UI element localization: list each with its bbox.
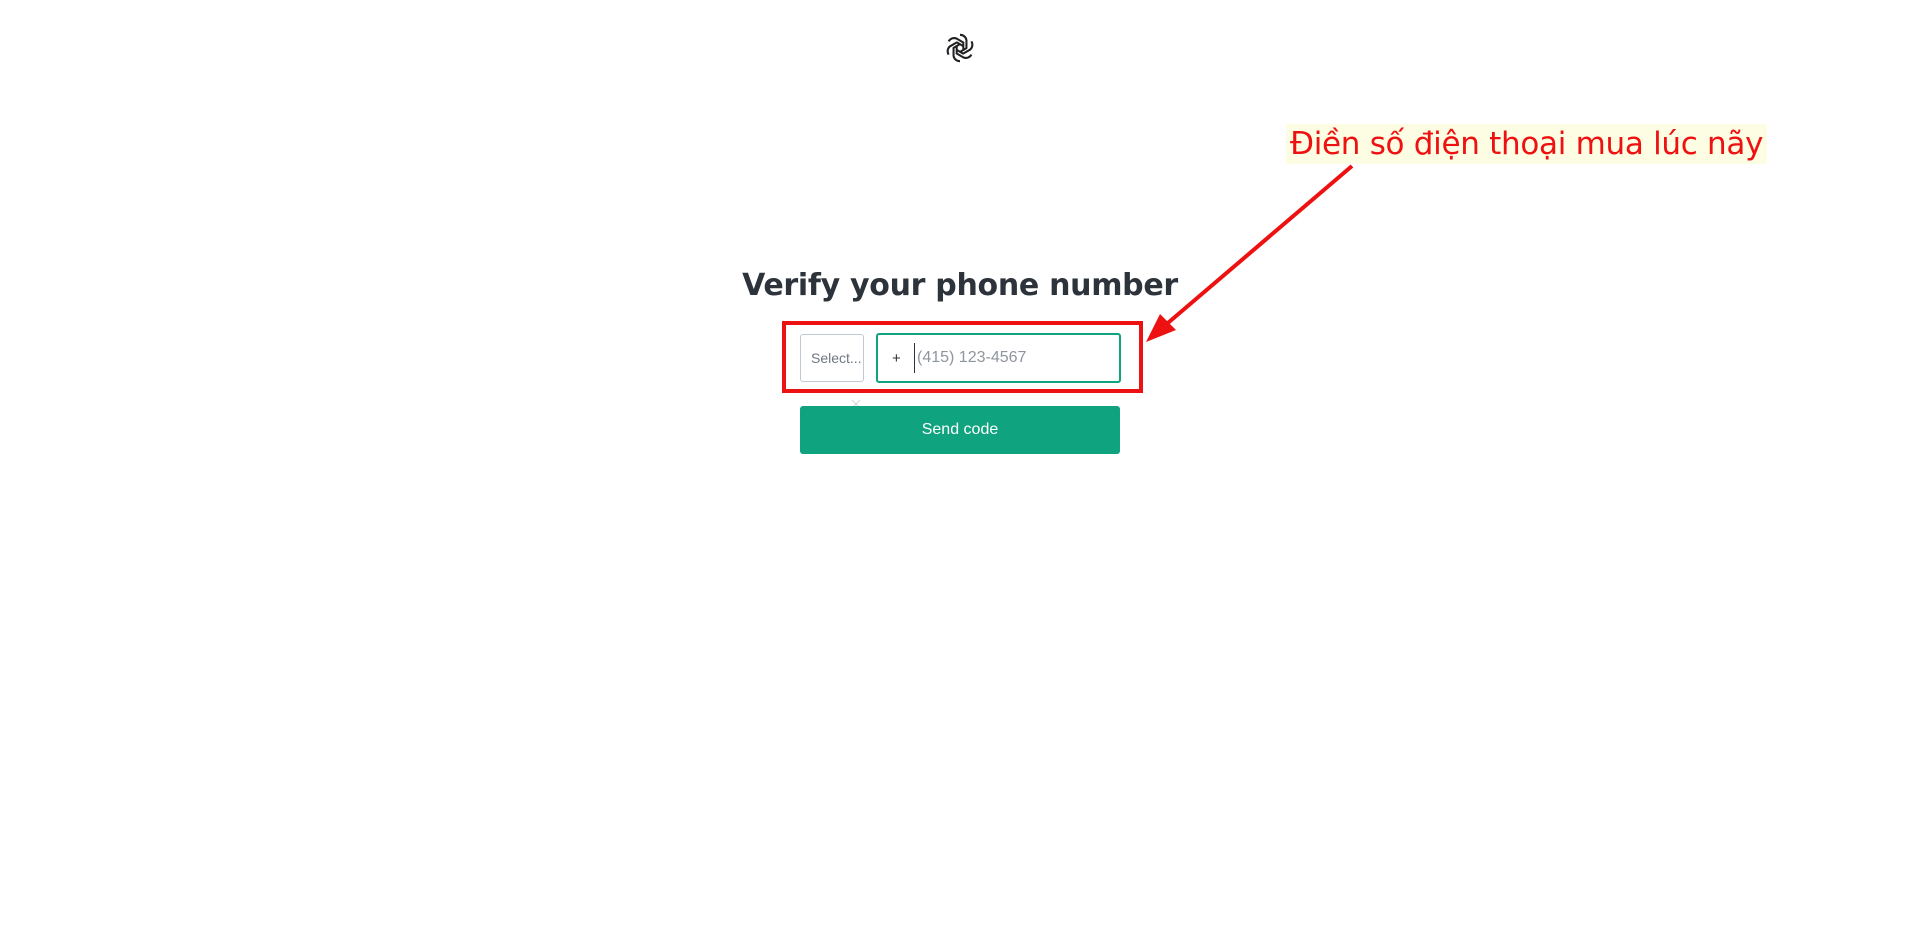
page-title: Verify your phone number <box>742 268 1178 303</box>
phone-prefix: + <box>892 349 901 367</box>
openai-logo-icon <box>943 31 977 65</box>
phone-input[interactable] <box>914 343 1107 373</box>
annotation-text: Điền số điện thoại mua lúc nãy <box>1286 124 1768 164</box>
verify-phone-page: Verify your phone number Select... + Sen… <box>0 0 1920 936</box>
country-select-placeholder: Select... <box>811 350 862 366</box>
country-select[interactable]: Select... <box>800 334 864 382</box>
send-code-button[interactable]: Send code <box>800 406 1120 454</box>
phone-field[interactable]: + <box>876 333 1121 383</box>
